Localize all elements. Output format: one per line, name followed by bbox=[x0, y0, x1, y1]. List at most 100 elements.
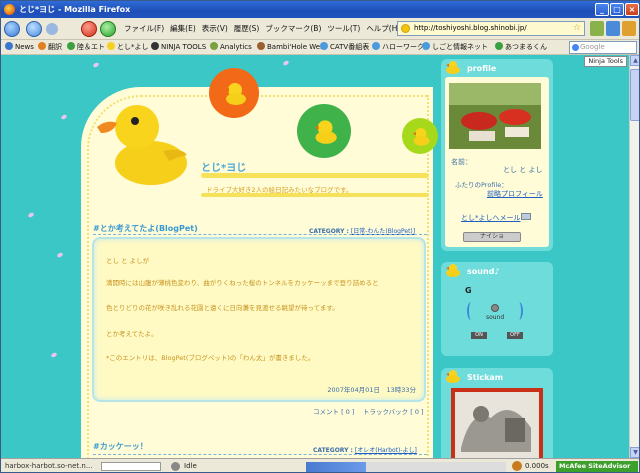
mail-icon bbox=[521, 213, 531, 220]
minimize-button[interactable]: _ bbox=[595, 3, 609, 16]
leaf-icon bbox=[67, 42, 75, 50]
bookmark-toshiyoshi[interactable]: とし*よし bbox=[107, 40, 149, 55]
post-title[interactable]: #とか考えてたよ(BlogPet) bbox=[93, 223, 198, 234]
bookmark-atsumaru[interactable]: あつまるくん bbox=[495, 40, 547, 55]
mcafee-badge[interactable]: McAfee SiteAdvisor bbox=[556, 461, 638, 472]
profile-photo bbox=[449, 83, 541, 149]
rss-icon[interactable] bbox=[622, 21, 636, 36]
name-value: とし と よし bbox=[503, 166, 543, 174]
firefox-icon bbox=[4, 4, 15, 15]
bookmark-ninja-tools[interactable]: NINJA TOOLS bbox=[151, 40, 206, 55]
duck-icon bbox=[412, 128, 430, 146]
status-bar: harbox-harbot.so-net.n... Idle 0.000s Mc… bbox=[1, 458, 639, 472]
post-text-line: 満開時には山腹が薄桃色変わり、曲がりくねった桜のトンネルをカッケーッまで登り詰め… bbox=[106, 279, 379, 287]
translate-icon bbox=[38, 42, 46, 50]
petal-decoration bbox=[92, 61, 100, 69]
go-icon[interactable] bbox=[590, 21, 604, 36]
stop-icon[interactable] bbox=[81, 21, 97, 37]
address-url: http://toshiyoshi.blog.shinobi.jp/ bbox=[414, 24, 527, 32]
post-text-line: 色とりどりの花が咲き乱れる花園と遠くに日向灘を見渡せる眺望が待ってます。 bbox=[106, 304, 339, 312]
desc-underline bbox=[201, 193, 429, 197]
idle-icon bbox=[171, 462, 180, 471]
duck-mascot-image bbox=[97, 105, 187, 185]
bookmark-riku[interactable]: 陸＆エト bbox=[67, 40, 105, 55]
ninja-tools-badge[interactable]: Ninja Tools bbox=[584, 56, 627, 67]
globe-icon bbox=[422, 42, 430, 50]
category-link[interactable]: [オレオ(Harbot)-よし] bbox=[355, 447, 417, 454]
menu-edit[interactable]: 編集(E) bbox=[170, 23, 196, 34]
sound-on-button[interactable]: ON bbox=[471, 332, 487, 339]
leaf-icon bbox=[495, 42, 503, 50]
sound-off-button[interactable]: OFF bbox=[507, 332, 523, 339]
window-title: とじ*ヨじ - Mozilla Firefox bbox=[19, 5, 131, 14]
profile-body: 名前： とし と よし ふたりのProfile： 前略プロフィール とし*よしへ… bbox=[445, 77, 549, 247]
bookmark-shigoto[interactable]: しごと情報ネット bbox=[422, 40, 488, 55]
idle-text: Idle bbox=[184, 462, 197, 470]
menu-bookmarks[interactable]: ブックマーク(B) bbox=[265, 23, 321, 34]
bookmarks-toolbar: News 翻訳 陸＆エト とし*よし NINJA TOOLS Analytics… bbox=[1, 40, 639, 55]
bookmark-hellowork[interactable]: ハローワーク bbox=[372, 40, 424, 55]
bookmark-analytics[interactable]: Analytics bbox=[210, 40, 252, 55]
home-icon[interactable] bbox=[4, 21, 20, 37]
forward-icon[interactable] bbox=[46, 23, 58, 35]
globe-icon bbox=[372, 42, 380, 50]
name-label: 名前： bbox=[451, 158, 472, 166]
maximize-button[interactable]: □ bbox=[610, 3, 624, 16]
status-text: harbox-harbot.so-net.n... bbox=[5, 462, 93, 470]
petal-decoration bbox=[27, 211, 35, 219]
bookmark-translate[interactable]: 翻訳 bbox=[38, 40, 62, 55]
bookmark-catv[interactable]: CATV番組表 bbox=[320, 40, 369, 55]
menu-tools[interactable]: ツール(T) bbox=[327, 23, 360, 34]
addon-status-icon[interactable] bbox=[512, 461, 522, 471]
scroll-thumb[interactable] bbox=[630, 69, 639, 121]
menu-help[interactable]: ヘルプ(H) bbox=[366, 23, 400, 34]
menu-view[interactable]: 表示(V) bbox=[202, 23, 228, 34]
bookmark-bambi[interactable]: Bambi'Hole Web bbox=[257, 40, 325, 55]
search-input[interactable]: Google bbox=[569, 41, 637, 54]
back-icon[interactable] bbox=[26, 21, 42, 37]
duck-icon bbox=[225, 83, 246, 105]
post-body: とし と よしが 満開時には山腹が薄桃色変わり、曲がりくねった桜のトンネルをカッ… bbox=[92, 237, 426, 402]
vertical-scrollbar[interactable]: ▲ ▼ bbox=[629, 55, 639, 458]
comment-link[interactable]: コメント [ 0 ] bbox=[313, 406, 354, 416]
bookmark-news[interactable]: News bbox=[5, 40, 34, 55]
sound-wave-right-icon bbox=[515, 302, 523, 320]
bookmark-star-icon[interactable]: ☆ bbox=[573, 22, 581, 35]
menu-bar: ファイル(F) 編集(E) 表示(V) 履歴(S) ブックマーク(B) ツール(… bbox=[124, 23, 400, 34]
speaker-icon[interactable] bbox=[491, 304, 499, 312]
scroll-down-icon[interactable]: ▼ bbox=[630, 447, 639, 458]
reload-icon[interactable] bbox=[100, 21, 116, 37]
tv-icon bbox=[320, 42, 328, 50]
address-bar[interactable]: http://toshiyoshi.blog.shinobi.jp/ ☆ bbox=[397, 21, 585, 36]
title-underline bbox=[201, 173, 429, 178]
duck-icon bbox=[107, 42, 115, 50]
nice-button[interactable]: ナイショ bbox=[463, 232, 521, 242]
duck-icon bbox=[314, 120, 337, 144]
post-divider bbox=[93, 454, 427, 455]
stickam-header: Stickam bbox=[467, 373, 504, 382]
petal-decoration bbox=[56, 251, 64, 259]
menu-history[interactable]: 履歴(S) bbox=[234, 23, 260, 34]
trackback-link[interactable]: トラックバック [ 0 ] bbox=[363, 406, 424, 416]
menu-file[interactable]: ファイル(F) bbox=[124, 23, 164, 34]
addon-icon[interactable] bbox=[606, 21, 620, 36]
profile-link[interactable]: 前略プロフィール bbox=[487, 189, 543, 199]
mail-link[interactable]: とし*よしへメール bbox=[461, 213, 521, 223]
post-text-line: とか考えてたよ。 bbox=[106, 330, 158, 338]
post-title[interactable]: #カッケーッ！ bbox=[93, 441, 148, 452]
globe-icon bbox=[5, 42, 13, 50]
stickam-video-image[interactable] bbox=[451, 388, 543, 458]
close-button[interactable]: × bbox=[625, 3, 639, 16]
post-author-line: とし と よしが bbox=[106, 257, 150, 265]
post-text-line: *このエントリは、BlogPet(ブログペット)の「わん太」が書きました。 bbox=[106, 354, 315, 362]
scroll-up-icon[interactable]: ▲ bbox=[630, 55, 639, 66]
navigation-toolbar: ファイル(F) 編集(E) 表示(V) 履歴(S) ブックマーク(B) ツール(… bbox=[1, 18, 639, 40]
profile-header: profile bbox=[467, 64, 497, 73]
status-progress bbox=[101, 462, 161, 471]
blog-title[interactable]: とじ*ヨじ bbox=[201, 159, 246, 174]
load-time: 0.000s bbox=[525, 462, 549, 470]
sound-wave-left-icon bbox=[467, 302, 475, 320]
sound-header: sound♪ bbox=[467, 267, 500, 276]
media-controls[interactable] bbox=[306, 462, 506, 472]
page-content: Ninja Tools とじ*ヨじ ドライブ大好き2人の絵日記みたいなブログです… bbox=[1, 55, 629, 458]
